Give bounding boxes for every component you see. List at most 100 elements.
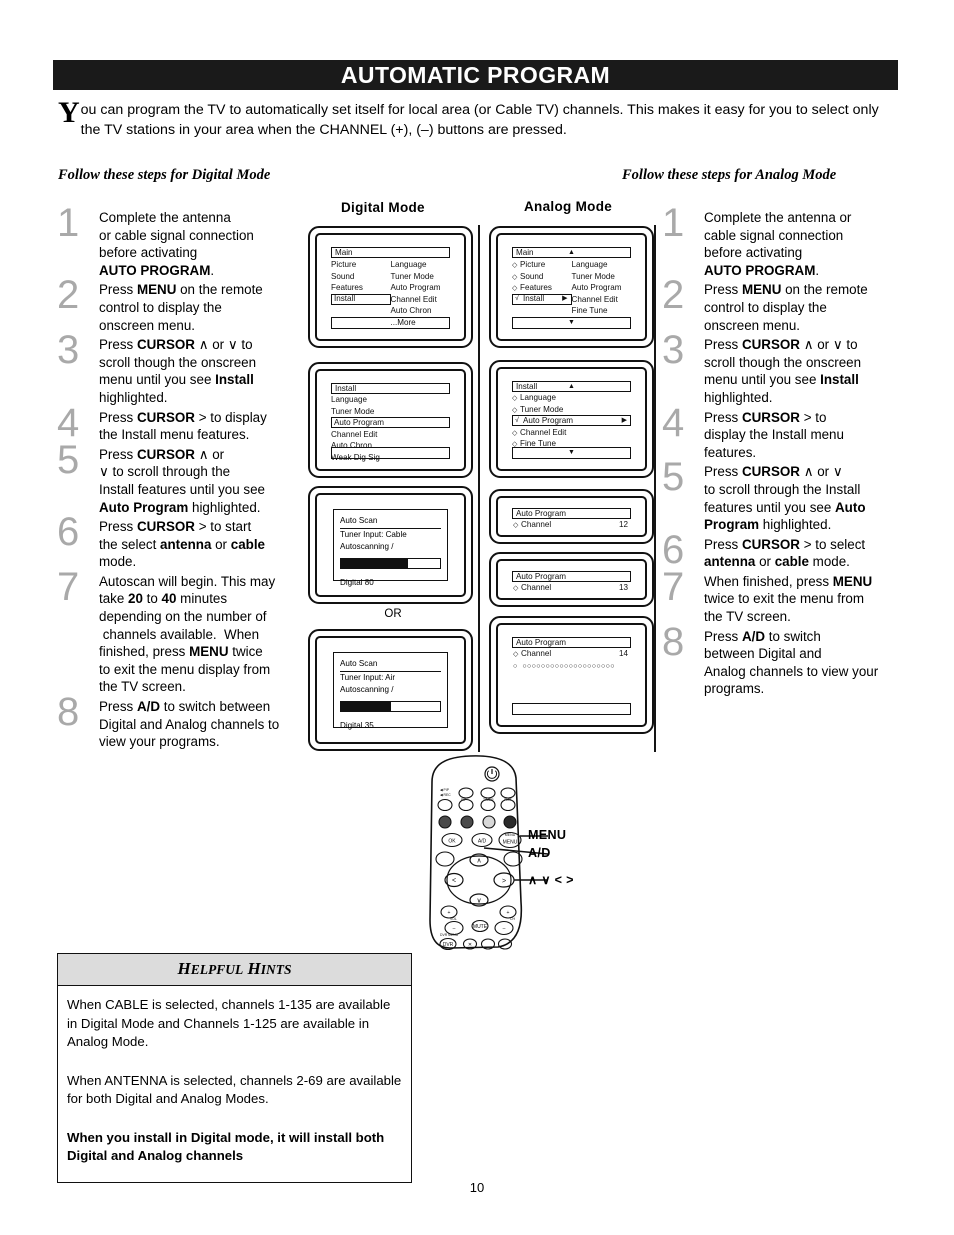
osd-menu-item[interactable]: ◇ Language — [512, 392, 631, 404]
osd-menu-item[interactable]: ◇ Channel Edit — [512, 427, 631, 439]
step-item: 5 Press CURSOR ∧ or ∨ to scroll through th… — [660, 457, 903, 533]
step-text: Press MENU on the remote control to displ… — [99, 282, 263, 333]
remote-control-illustration: OK A/D MENU MENU ∧ ∨ < > + + – – MUTE DV… — [420, 752, 610, 957]
osd-menu-item[interactable]: Install — [331, 293, 391, 305]
osd-menu-item[interactable]: Tuner Mode — [572, 271, 632, 283]
step-text: Press A/D to switch between Digital and A… — [99, 699, 280, 750]
osd-menu-item[interactable]: Tuner Mode — [391, 271, 451, 283]
analog-install-menu-screen: Install ▲ ◇ Language ◇ Tuner Mode √ Auto Prog… — [489, 360, 654, 478]
step-item: 6 Press CURSOR > to start the select anten… — [55, 512, 300, 571]
osd-install-menu: Install ▲ ◇ Language ◇ Tuner Mode √ Auto Prog… — [512, 381, 631, 459]
osd-menu-item[interactable]: √ Install ▶ — [512, 293, 572, 305]
caret-right-icon: ▶ — [562, 295, 568, 303]
step-number: 5 — [662, 455, 685, 500]
step-item: 5 Press CURSOR ∧ or ∨ to scroll through th… — [55, 440, 300, 516]
scan-title: Auto Scan — [340, 658, 441, 672]
osd-title-bar: Main — [331, 247, 450, 258]
step-text: Press CURSOR ∧ or ∨ to scroll through the… — [99, 446, 265, 515]
step-number: 4 — [57, 400, 80, 445]
osd-title: Install — [335, 383, 357, 393]
scan-title: Auto Scan — [340, 515, 441, 529]
osd-menu-item[interactable]: ◇ Picture — [512, 259, 572, 271]
osd-item-label: Picture — [331, 260, 357, 269]
channel-value: 13 — [618, 583, 628, 592]
osd-auto-program: Auto Program ◇Channel 13 ○ ○○○○○○○○○○○○○… — [512, 571, 631, 598]
osd-title-bar: Auto Program — [512, 571, 631, 582]
drop-cap: Y — [58, 96, 80, 129]
step-item: 8 Press A/D to switch between Digital and … — [55, 692, 300, 751]
osd-menu-item[interactable]: Language — [331, 394, 450, 406]
diamond-bullet-icon: ◇ — [513, 651, 519, 658]
osd-menu-item[interactable]: Auto Program — [572, 282, 632, 294]
step-number: 4 — [662, 400, 685, 445]
osd-item-label: Tuner Mode — [571, 271, 615, 281]
diamond-bullet-icon: ◇ — [512, 395, 518, 402]
osd-item-label: Channel Edit — [331, 429, 378, 439]
osd-item-label: Language — [571, 260, 608, 269]
osd-menu-item[interactable]: Auto Program — [391, 282, 451, 294]
step-text: Complete the antenna or cable signal conn… — [704, 210, 852, 278]
osd-menu-item[interactable]: ◇ Features — [512, 282, 572, 294]
channel-label: ◇ Channel — [513, 582, 551, 595]
osd-menu-item[interactable]: Channel Edit — [572, 294, 632, 306]
osd-menu-item[interactable]: Auto Program — [331, 417, 450, 429]
scan-progress-bar — [340, 558, 441, 569]
osd-menu-item[interactable]: ◇ Sound — [512, 271, 572, 283]
osd-menu-item[interactable]: Language — [572, 259, 632, 271]
analog-auto-program-screen-2: Auto Program ◇Channel 13 ○ ○○○○○○○○○○○○○… — [489, 552, 654, 607]
osd-menu-item[interactable]: Tuner Mode — [331, 406, 450, 418]
osd-menu-item[interactable]: ◇ Tuner Mode — [512, 404, 631, 416]
follow-steps-digital-heading: Follow these steps for Digital Mode — [58, 167, 271, 183]
scan-status: Autoscanning / — [340, 685, 394, 694]
osd-item-label: Install — [523, 294, 545, 304]
channel-value: 12 — [618, 520, 628, 529]
digital-autoscan-air-screen: Auto Scan Tuner Input: Air Autoscanning … — [308, 629, 473, 751]
svg-text:+: + — [507, 910, 510, 916]
step-number: 1 — [57, 201, 80, 245]
osd-title: Auto Program — [516, 571, 566, 581]
scan-status: Autoscanning / — [340, 542, 394, 551]
osd-menu-item[interactable]: Features — [331, 282, 391, 294]
svg-text:A/D: A/D — [478, 839, 487, 845]
osd-menu-item[interactable]: Sound — [331, 271, 391, 283]
svg-text:✕: ✕ — [468, 942, 472, 948]
scan-tuner-input: Tuner Input: Cable — [340, 530, 407, 539]
analog-main-menu-screen: Main ▲ ◇ Picture ◇ Sound ◇ Features √ Install ▶ … — [489, 226, 654, 348]
osd-menu-item[interactable]: Channel Edit — [331, 429, 450, 441]
osd-title: Main — [335, 247, 353, 257]
step-number: 5 — [57, 437, 80, 482]
osd-item-label: Features — [520, 283, 552, 293]
page-number: 10 — [469, 1180, 485, 1195]
osd-menu-item[interactable]: Channel Edit — [391, 294, 451, 306]
diamond-bullet-icon: ◇ — [513, 522, 519, 529]
osd-item-label: Auto Chron — [390, 306, 432, 316]
helpful-hints-box: HELPFUL HINTS When CABLE is selected, ch… — [57, 953, 412, 1183]
step-text: Press CURSOR ∧ or ∨ to scroll through the… — [704, 464, 866, 533]
osd-menu-item[interactable]: Auto Chron — [391, 305, 451, 317]
osd-menu-item[interactable]: Fine Tune — [572, 305, 632, 317]
hint-paragraph: When you install in Digital mode, it wil… — [67, 1129, 385, 1164]
svg-text:<: < — [452, 878, 456, 885]
osd-title-bar: Auto Program — [512, 637, 631, 648]
osd-item-label: Auto Program — [523, 415, 573, 425]
svg-text:◀ REC: ◀ REC — [440, 793, 451, 797]
step-number: 3 — [662, 328, 685, 373]
step-number: 8 — [57, 690, 80, 735]
osd-title-bar: Install ▲ — [512, 381, 631, 392]
step-number: 2 — [57, 273, 80, 318]
svg-text:+: + — [448, 910, 451, 916]
channel-dots: ○ ○○○○○○○○○○○○○○○○○○○○ — [512, 595, 631, 598]
step-item: 7 Autoscan will begin. This may take 20 to… — [55, 567, 300, 696]
osd-menu-item[interactable]: √ Auto Program ▶ — [512, 415, 631, 427]
osd-menu-item[interactable]: Picture — [331, 259, 391, 271]
osd-item-label: Channel Edit — [571, 294, 618, 304]
svg-text:CH: CH — [510, 917, 515, 921]
svg-text:DVR: DVR — [443, 942, 454, 948]
osd-item-label: Channel Edit — [520, 427, 567, 437]
remote-svg: OK A/D MENU MENU ∧ ∨ < > + + – – MUTE DV… — [429, 755, 549, 951]
digital-install-menu-screen: Install Language Tuner Mode Auto Program Ch… — [308, 362, 473, 478]
caret-down-icon: ▼ — [568, 319, 575, 327]
caret-right-icon: ▶ — [621, 416, 627, 424]
osd-item-label: Sound — [520, 271, 544, 281]
osd-menu-item[interactable]: Language — [391, 259, 451, 271]
